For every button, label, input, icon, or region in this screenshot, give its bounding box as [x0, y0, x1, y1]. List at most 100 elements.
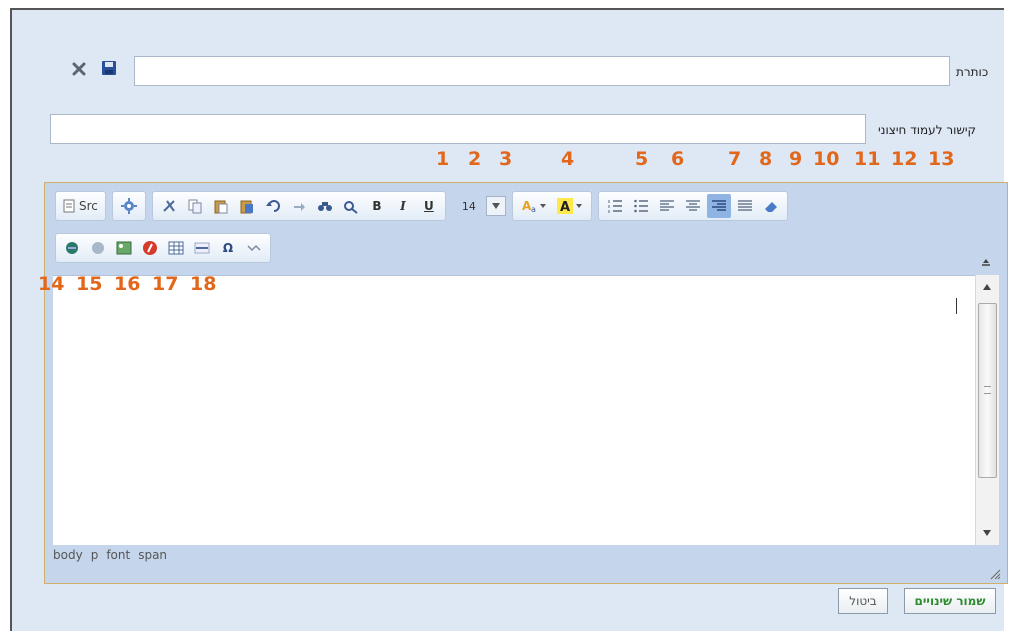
scrollbar-thumb[interactable] — [978, 303, 997, 478]
settings-button[interactable] — [117, 194, 141, 218]
align-left-button[interactable] — [655, 194, 679, 218]
toolbar-group-colors: Aa A — [511, 191, 592, 221]
align-right-icon — [711, 200, 726, 211]
link-icon — [66, 242, 78, 254]
annotation-number: 17 — [152, 273, 179, 295]
cms-edit-panel: כותרת קישור לעמוד חיצוני 1 2 3 4 5 6 7 8… — [10, 8, 1008, 631]
chevron-up-icon — [983, 284, 991, 290]
insert-flash-button[interactable] — [138, 236, 162, 260]
insert-image-button[interactable] — [112, 236, 136, 260]
unlink-button[interactable] — [86, 236, 110, 260]
scroll-up-button[interactable] — [979, 279, 995, 295]
highlight-color-icon: A — [556, 198, 582, 214]
resize-handle[interactable] — [989, 565, 1001, 580]
numbered-list-button[interactable] — [603, 194, 627, 218]
redo-button[interactable] — [287, 194, 311, 218]
source-button[interactable]: Src — [59, 194, 102, 218]
collapse-toolbar-button[interactable] — [979, 255, 993, 269]
chevron-down-icon — [491, 203, 500, 209]
bold-icon: B — [372, 199, 382, 213]
text-caret — [956, 298, 957, 314]
paste-word-button[interactable] — [235, 194, 259, 218]
text-color-icon: Aa — [522, 199, 546, 214]
replace-button[interactable] — [339, 194, 363, 218]
cancel-button[interactable]: ביטול — [838, 588, 888, 614]
align-center-icon — [685, 200, 700, 211]
save-icon[interactable] — [98, 57, 120, 79]
italic-button[interactable]: I — [391, 194, 415, 218]
editor-content-area[interactable] — [53, 275, 975, 545]
paste-icon — [214, 200, 228, 214]
align-justify-button[interactable] — [733, 194, 757, 218]
numbered-list-icon — [608, 200, 622, 213]
annotation-number: 16 — [114, 273, 141, 295]
font-size-select[interactable]: 14 — [452, 191, 506, 221]
paste-word-icon — [240, 200, 253, 214]
svg-text:a: a — [531, 205, 536, 214]
italic-icon: I — [400, 199, 406, 213]
remove-format-button[interactable] — [759, 194, 783, 218]
horizontal-rule-button[interactable] — [190, 236, 214, 260]
replace-icon — [343, 201, 358, 214]
path-item[interactable]: p — [91, 548, 99, 562]
path-item[interactable]: body — [53, 548, 83, 562]
save-changes-button[interactable]: שמור שינויים — [904, 588, 996, 614]
path-item[interactable]: span — [138, 548, 167, 562]
source-button-label: Src — [79, 199, 98, 213]
align-left-icon — [659, 200, 674, 211]
annotation-number: 3 — [499, 148, 513, 170]
editor-scrollbar[interactable] — [975, 275, 999, 545]
scroll-down-button[interactable] — [979, 525, 995, 541]
align-right-button[interactable] — [706, 194, 731, 218]
binoculars-icon — [317, 202, 332, 211]
bold-button[interactable]: B — [365, 194, 389, 218]
collapse-icon — [982, 259, 990, 266]
copy-button[interactable] — [183, 194, 207, 218]
bullet-list-button[interactable] — [629, 194, 653, 218]
insert-link-button[interactable] — [60, 236, 84, 260]
external-link-field[interactable] — [50, 114, 866, 144]
annotation-number: 10 — [813, 148, 840, 170]
text-color-button[interactable]: Aa — [517, 194, 551, 218]
annotation-number: 11 — [854, 148, 881, 170]
table-icon — [168, 241, 184, 255]
annotation-number: 1 — [436, 148, 450, 170]
paste-button[interactable] — [209, 194, 233, 218]
cut-icon — [163, 200, 175, 212]
external-link-input[interactable] — [51, 115, 865, 143]
annotation-number: 9 — [789, 148, 803, 170]
find-button[interactable] — [313, 194, 337, 218]
annotation-number: 2 — [468, 148, 482, 170]
annotation-number: 15 — [76, 273, 103, 295]
underline-button[interactable]: U — [417, 194, 441, 218]
title-input[interactable] — [135, 57, 949, 85]
cut-button[interactable] — [157, 194, 181, 218]
page-break-button[interactable] — [242, 236, 266, 260]
bullet-list-icon — [634, 199, 648, 213]
omega-icon: Ω — [222, 241, 234, 255]
toolbar-row-1: Src B I U 14 A a A — [55, 191, 794, 221]
page-break-icon — [247, 244, 261, 252]
gear-icon — [120, 198, 137, 214]
font-size-dropdown-button[interactable] — [485, 196, 506, 216]
font-size-value: 14 — [461, 199, 476, 213]
toolbar-group-paragraph — [597, 191, 788, 221]
annotation-number: 7 — [728, 148, 742, 170]
copy-icon — [188, 199, 202, 214]
image-icon — [116, 241, 132, 255]
source-icon — [63, 199, 75, 213]
close-icon[interactable] — [68, 58, 90, 80]
annotation-number: 8 — [759, 148, 773, 170]
title-field[interactable] — [134, 56, 950, 86]
align-center-button[interactable] — [681, 194, 705, 218]
path-item[interactable]: font — [106, 548, 130, 562]
annotation-number: 12 — [891, 148, 918, 170]
special-char-button[interactable]: Ω — [216, 236, 240, 260]
resize-grip-icon — [990, 569, 1001, 580]
annotation-number: 18 — [190, 273, 217, 295]
insert-table-button[interactable] — [164, 236, 188, 260]
highlight-color-button[interactable]: A — [553, 194, 587, 218]
eraser-icon — [764, 202, 777, 212]
undo-button[interactable] — [261, 194, 285, 218]
redo-icon — [293, 203, 305, 211]
